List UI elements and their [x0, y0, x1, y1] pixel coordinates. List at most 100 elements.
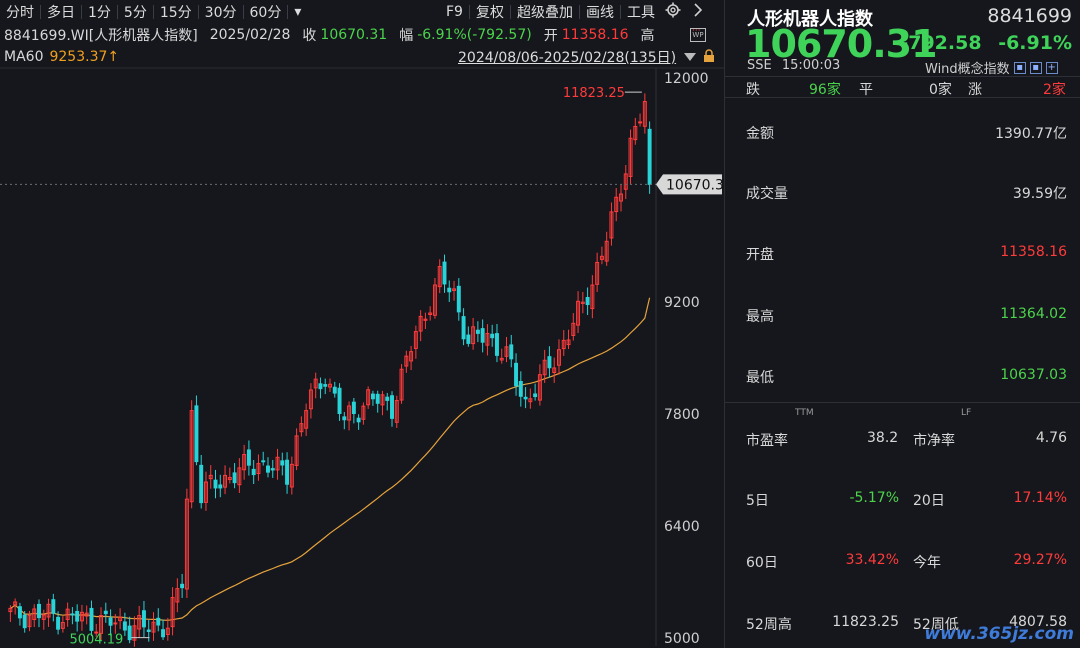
candle-body	[285, 459, 290, 485]
expand-icon[interactable]: ▪	[1029, 61, 1042, 74]
stat-row-low: 最低 10637.03	[725, 361, 1080, 391]
candle-body	[51, 599, 56, 614]
exchange-time: SSE 15:00:03	[747, 58, 840, 73]
candle-body	[461, 316, 466, 340]
return-row-60d-ytd: 60日 33.42% 今年 29.27%	[725, 546, 1080, 576]
return-value: 29.27%	[1013, 552, 1067, 568]
ma60-line	[10, 297, 651, 621]
candle-body	[199, 464, 204, 504]
candle-body	[37, 603, 41, 619]
panel-divider	[725, 402, 1080, 403]
pe-value: 38.2	[867, 430, 899, 446]
candle-body	[213, 479, 218, 489]
candlestick-chart[interactable]: 12000 9200 7800 6400 5000 10670.31 11823.25 50…	[0, 0, 724, 648]
candle-body	[246, 449, 251, 466]
down-count-label: 跌	[746, 82, 760, 98]
stat-label: 最低	[746, 370, 774, 386]
candle-body	[390, 395, 394, 419]
stat-row-volume: 成交量 39.59亿	[725, 177, 1080, 207]
stat-value: 10637.03	[1000, 367, 1067, 383]
y-tick-label: 7800	[664, 407, 700, 423]
candle-body	[22, 614, 27, 629]
candle-body	[356, 417, 361, 423]
candle-body	[113, 622, 118, 625]
candle-body	[251, 468, 256, 476]
chart-panel: 分时 多日 1分 5分 15分 30分 60分 ▾ F9 复权 超级叠加 画线 …	[0, 0, 724, 648]
current-price-label: 10670.31	[666, 177, 724, 193]
stat-label: 金额	[746, 126, 774, 142]
candle-body	[342, 416, 347, 421]
change-percent: -6.91%	[998, 32, 1072, 54]
ttm-tag: TTM	[795, 408, 814, 418]
candle-body	[122, 621, 127, 631]
candle-body	[70, 613, 75, 616]
candle-body	[146, 629, 151, 632]
candle-body	[523, 396, 528, 400]
return-value: 33.42%	[845, 552, 899, 568]
candle-body	[514, 362, 519, 387]
stat-row-amount: 金额 1390.77亿	[725, 117, 1080, 147]
max-price-label: 11823.25	[563, 86, 625, 101]
y-tick-label: 6400	[664, 519, 700, 535]
concept-index: Wind概念指数 ▪ ▪ +	[925, 58, 1058, 77]
candle-body	[266, 465, 270, 473]
candle-body	[494, 333, 499, 356]
stat-value: 1390.77亿	[995, 126, 1067, 142]
stat-label: 最高	[746, 309, 774, 325]
change-value: -792.58	[900, 32, 982, 54]
up-count-value: 2家	[1043, 82, 1066, 98]
candle-body	[56, 616, 61, 630]
candle-body	[156, 617, 161, 626]
candle-body	[442, 261, 447, 285]
stat-row-high: 最高 11364.02	[725, 300, 1080, 330]
candle-body	[480, 328, 485, 343]
y-tick-label: 12000	[664, 71, 709, 87]
candle-body	[547, 356, 552, 369]
market-breadth: 跌 96家 平 0家 涨 2家	[725, 76, 1080, 98]
candle-body	[647, 128, 652, 185]
candle-body	[351, 401, 356, 414]
stat-value: 39.59亿	[1012, 186, 1067, 202]
return-row-5d-20d: 5日 -5.17% 20日 17.14%	[725, 484, 1080, 514]
return-label: 60日	[746, 555, 778, 571]
candle-body	[127, 625, 132, 641]
candle-body	[180, 583, 185, 589]
candle-body	[385, 396, 390, 401]
candle-body	[585, 296, 590, 306]
up-count-label: 涨	[968, 82, 982, 98]
stat-row-open: 开盘 11358.16	[725, 238, 1080, 268]
return-value: 11823.25	[832, 614, 899, 630]
candle-body	[218, 484, 223, 489]
return-label: 20日	[913, 493, 945, 509]
flat-count-value: 0家	[929, 82, 952, 98]
return-label: 52周高	[746, 617, 792, 633]
index-code: 8841699	[987, 5, 1072, 27]
y-tick-label: 9200	[664, 295, 700, 311]
candle-body	[638, 121, 643, 124]
lf-tag: LF	[961, 408, 972, 418]
return-label: 5日	[746, 493, 769, 509]
candle-body	[518, 381, 523, 397]
candle-body	[141, 610, 146, 628]
flat-count-label: 平	[859, 82, 873, 98]
grid-icon[interactable]: ▪	[1013, 61, 1026, 74]
add-icon[interactable]: +	[1045, 61, 1058, 74]
return-value: -5.17%	[849, 490, 899, 506]
candle-body	[332, 386, 337, 394]
candle-body	[280, 460, 285, 466]
min-price-label: 5004.19	[69, 633, 123, 648]
candle-body	[466, 334, 471, 344]
pb-value: 4.76	[1035, 430, 1067, 446]
candle-body	[490, 333, 495, 339]
stat-label: 开盘	[746, 247, 774, 263]
candle-body	[270, 468, 275, 471]
candle-body	[337, 387, 342, 415]
candle-body	[108, 617, 113, 626]
concept-label[interactable]: Wind概念指数	[925, 58, 1010, 77]
candle-body	[370, 393, 375, 400]
exchange-label: SSE	[747, 58, 772, 73]
candle-body	[456, 285, 461, 313]
candle-body	[318, 383, 323, 390]
candle-body	[261, 460, 266, 463]
candle-body	[533, 393, 538, 398]
